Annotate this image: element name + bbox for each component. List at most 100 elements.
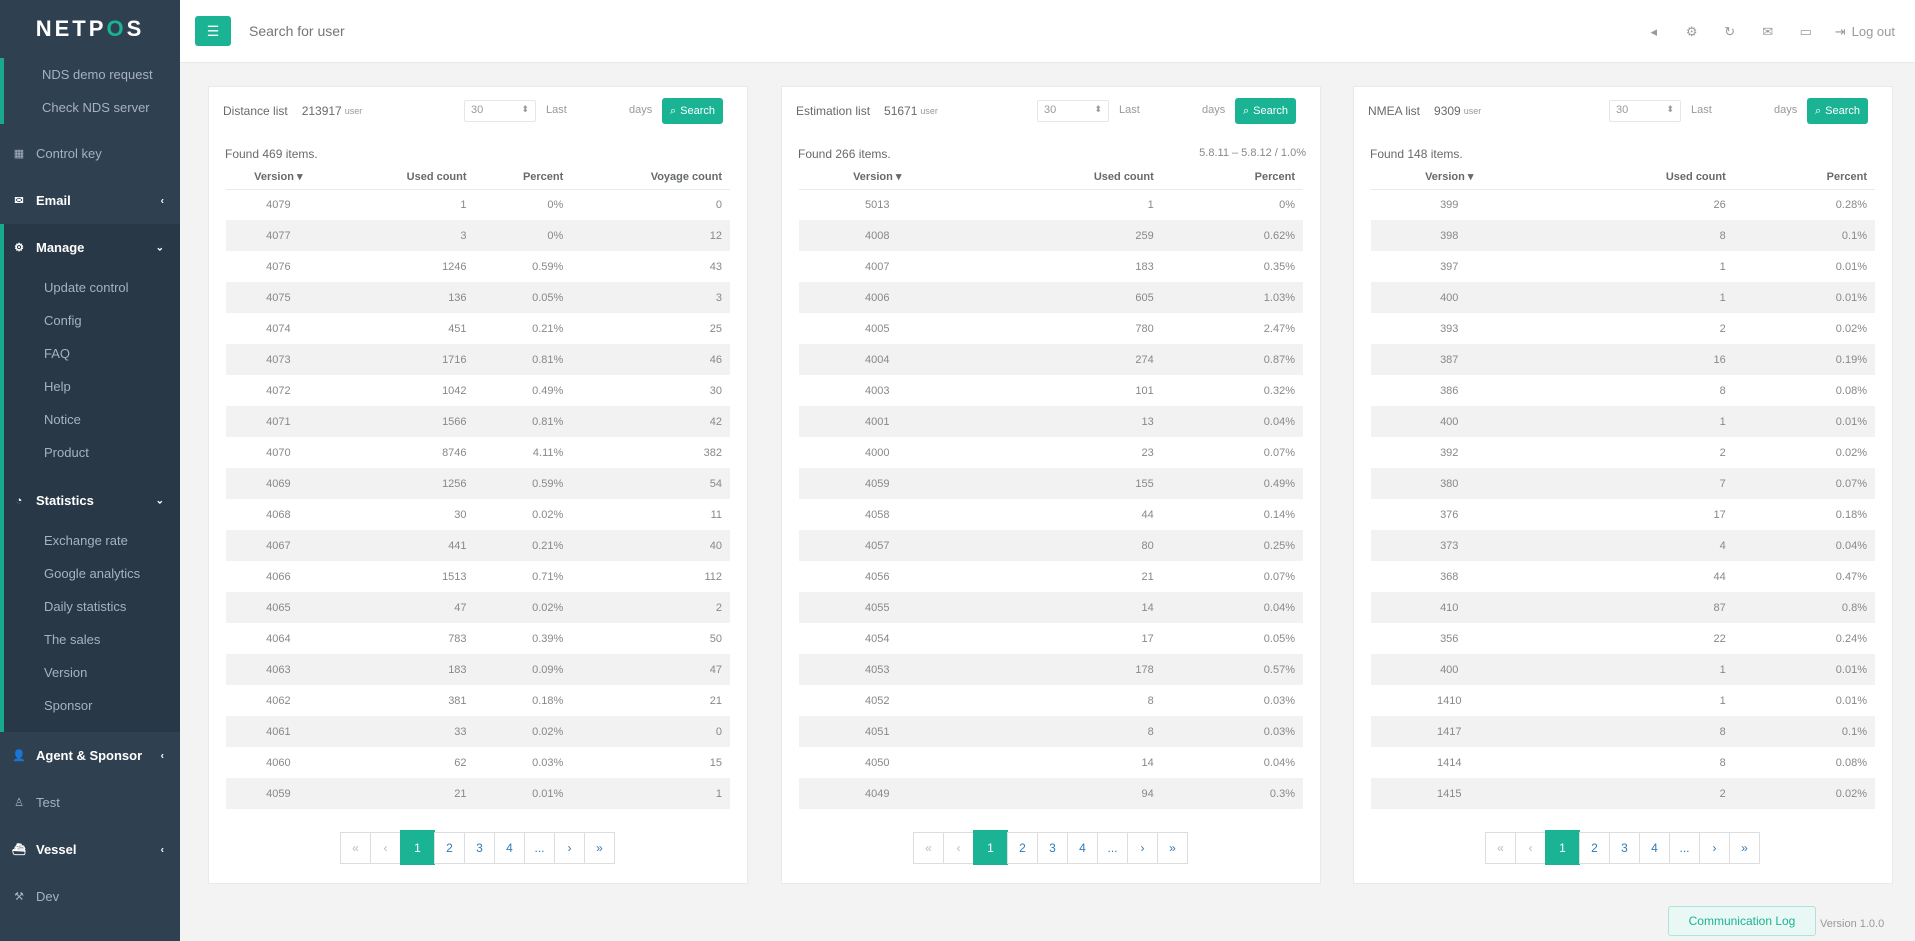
page-button[interactable]: ...: [524, 832, 555, 864]
search-button[interactable]: ⌕ Search: [1235, 98, 1297, 124]
column-header[interactable]: Version ▾: [1371, 165, 1536, 190]
search-button[interactable]: ⌕ Search: [662, 98, 724, 124]
column-header[interactable]: Version ▾: [226, 165, 339, 190]
sidebar-subitem-sponsor[interactable]: Sponsor: [4, 689, 180, 722]
page-button[interactable]: 2: [1007, 832, 1038, 864]
communication-log-button[interactable]: Communication Log: [1668, 906, 1816, 936]
column-header[interactable]: Percent: [1733, 165, 1875, 190]
page-button[interactable]: 4: [494, 832, 525, 864]
table-cell: 4055: [799, 592, 964, 623]
page-button[interactable]: 2: [1579, 832, 1610, 864]
table-cell: 5013: [865, 198, 890, 211]
page-button[interactable]: 4: [1067, 832, 1098, 864]
refresh-icon[interactable]: ↻: [1711, 24, 1749, 40]
page-button[interactable]: «: [913, 832, 944, 864]
days-select[interactable]: 30 ⬍: [1037, 100, 1109, 122]
table-cell: 376: [1440, 508, 1459, 521]
sidebar-subitem-exchange-rate[interactable]: Exchange rate: [4, 524, 180, 557]
column-header[interactable]: Percent: [1161, 165, 1303, 190]
sidebar-item-test[interactable]: ♙ Test: [0, 779, 180, 826]
left-arrow-icon[interactable]: ◂: [1635, 24, 1673, 40]
table-row: 4066 1513 0.71% 112: [226, 561, 730, 592]
page-button[interactable]: 1: [1545, 830, 1580, 865]
search-input[interactable]: [249, 23, 649, 39]
table-row: 4054 17 0.05%: [799, 623, 1303, 654]
sidebar-subitem-notice[interactable]: Notice: [4, 403, 180, 436]
page-button[interactable]: «: [340, 832, 371, 864]
page-button[interactable]: »: [1729, 832, 1760, 864]
column-header[interactable]: Percent: [474, 165, 572, 190]
brand-logo[interactable]: NETP O S: [0, 0, 180, 58]
table-cell: 8: [1719, 384, 1726, 397]
table-cell: 4004: [799, 344, 964, 375]
sidebar-subitem-product[interactable]: Product: [4, 436, 180, 469]
sidebar-item-manage[interactable]: ⚙ Manage ⌄: [4, 224, 180, 271]
page-button[interactable]: ›: [1699, 832, 1730, 864]
table-cell: 136: [338, 282, 475, 313]
page-button[interactable]: 3: [464, 832, 495, 864]
table-row: 393 2 0.02%: [1371, 313, 1875, 344]
table-cell: 4: [1535, 530, 1734, 561]
sidebar-subitem-check-nds[interactable]: Check NDS server: [0, 91, 180, 124]
sidebar-subitem-daily-statistics[interactable]: Daily statistics: [4, 590, 180, 623]
sidebar-subitem-update-control[interactable]: Update control: [4, 271, 180, 304]
ship-icon: ⛴: [12, 844, 26, 856]
page-button[interactable]: 2: [434, 832, 465, 864]
page-button[interactable]: ...: [1097, 832, 1128, 864]
table-cell: 1.03%: [1161, 282, 1303, 313]
column-header[interactable]: Used count: [963, 165, 1162, 190]
sidebar-subitem-version[interactable]: Version: [4, 656, 180, 689]
sidebar-subitem-config[interactable]: Config: [4, 304, 180, 337]
days-select[interactable]: 30 ⬍: [1609, 100, 1681, 122]
page-button[interactable]: »: [584, 832, 615, 864]
page-button[interactable]: ›: [554, 832, 585, 864]
logout-link[interactable]: ⇥ Log out: [1835, 24, 1895, 40]
page-button[interactable]: ‹: [943, 832, 974, 864]
sidebar-item-control-key[interactable]: ▦ Control key: [0, 130, 180, 177]
table-row: 356 22 0.24%: [1371, 623, 1875, 654]
table-row: 4056 21 0.07%: [799, 561, 1303, 592]
search-button[interactable]: ⌕ Search: [1807, 98, 1869, 124]
sidebar-item-dev[interactable]: ⚒ Dev: [0, 873, 180, 920]
table-cell: 44: [1141, 508, 1154, 521]
settings-icon[interactable]: ⚙: [1673, 24, 1711, 40]
table-row: 373 4 0.04%: [1371, 530, 1875, 561]
table-cell: 4069: [226, 468, 339, 499]
days-select[interactable]: 30 ⬍: [464, 100, 536, 122]
table-cell: 382: [703, 446, 722, 459]
sidebar-item-statistics[interactable]: ◔ Statistics ⌄: [4, 477, 180, 524]
sidebar-subitem-help[interactable]: Help: [4, 370, 180, 403]
page-button[interactable]: 1: [400, 830, 435, 865]
table-cell: 4067: [226, 530, 339, 561]
mail-icon[interactable]: ✉: [1749, 24, 1787, 40]
table-cell: 0.05%: [474, 282, 572, 313]
sidebar-subitem-nds-demo[interactable]: NDS demo request: [0, 58, 180, 91]
sidebar-item-vessel[interactable]: ⛴ Vessel ‹: [0, 826, 180, 873]
page-button[interactable]: ...: [1669, 832, 1700, 864]
column-header[interactable]: Used count: [338, 165, 475, 190]
page-button[interactable]: ‹: [1515, 832, 1546, 864]
sidebar-subitem-google-analytics[interactable]: Google analytics: [4, 557, 180, 590]
page-button[interactable]: 3: [1037, 832, 1068, 864]
column-header[interactable]: Used count: [1535, 165, 1734, 190]
sidebar-item-agent-sponsor[interactable]: 👤 Agent & Sponsor ‹: [0, 732, 180, 779]
page-button[interactable]: 3: [1609, 832, 1640, 864]
sidebar-item-email[interactable]: ✉ Email ‹: [0, 177, 180, 224]
table-cell: 0.05%: [1263, 632, 1295, 645]
monitor-icon[interactable]: ▭: [1787, 24, 1825, 40]
page-button[interactable]: «: [1485, 832, 1516, 864]
page-button[interactable]: 4: [1639, 832, 1670, 864]
menu-toggle-button[interactable]: ☰: [195, 16, 231, 46]
page-button[interactable]: ‹: [370, 832, 401, 864]
page-button[interactable]: 1: [973, 830, 1008, 865]
chevron-left-icon: ‹: [160, 750, 164, 761]
sidebar-subitem-faq[interactable]: FAQ: [4, 337, 180, 370]
page-button[interactable]: »: [1157, 832, 1188, 864]
column-header[interactable]: Voyage count: [571, 165, 730, 190]
sidebar-subitem-the-sales[interactable]: The sales: [4, 623, 180, 656]
table-cell: 0.1%: [1733, 220, 1875, 251]
page-button[interactable]: ›: [1127, 832, 1158, 864]
column-header[interactable]: Version ▾: [799, 165, 964, 190]
panel-label: Estimation list: [796, 104, 871, 118]
table-cell: 397: [1440, 260, 1459, 273]
